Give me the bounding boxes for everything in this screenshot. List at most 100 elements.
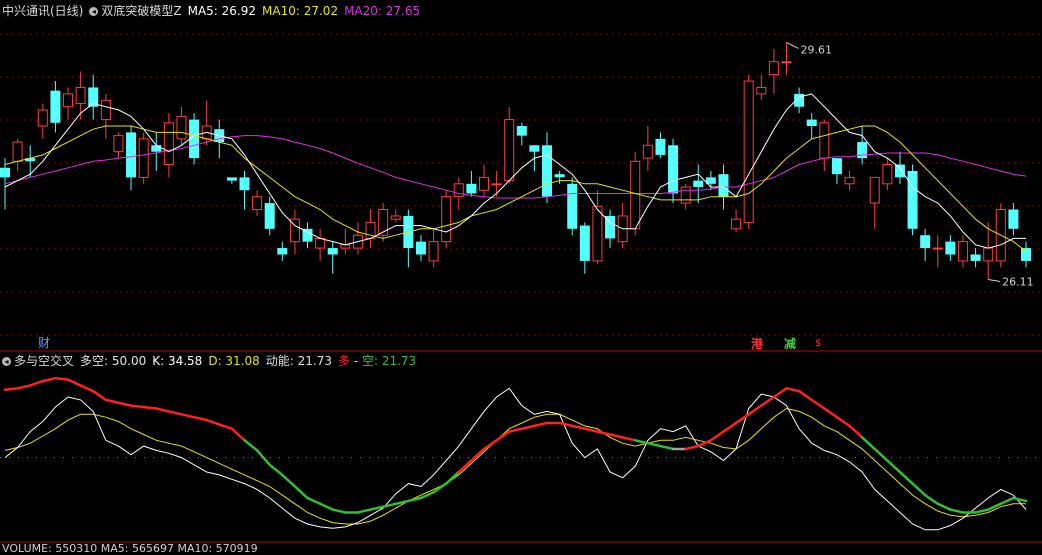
candle bbox=[365, 209, 376, 249]
kd-segment bbox=[533, 421, 549, 428]
candle bbox=[100, 93, 111, 139]
indicator-name: 双底突破模型Z bbox=[101, 4, 182, 18]
candle bbox=[277, 241, 288, 261]
candle bbox=[126, 126, 137, 191]
kd-segment bbox=[306, 496, 322, 506]
kd-segment bbox=[142, 405, 158, 410]
candle bbox=[403, 209, 414, 268]
candle bbox=[25, 145, 36, 178]
kd-segment bbox=[470, 447, 486, 462]
candle bbox=[327, 241, 338, 274]
kd-segment bbox=[633, 439, 650, 445]
candle bbox=[806, 113, 817, 139]
kd-segment bbox=[570, 424, 587, 430]
main-header: 中兴通讯(日线) ◂ 双底突破模型Z MA5: 26.92 MA10: 27.02 MA2… bbox=[2, 4, 426, 18]
kd-segment bbox=[646, 441, 662, 448]
candle bbox=[75, 71, 86, 120]
kd-segment bbox=[3, 387, 19, 392]
kd-segment bbox=[608, 433, 624, 439]
kd-segment bbox=[860, 436, 876, 451]
candle bbox=[252, 190, 263, 216]
kd-segment bbox=[495, 430, 511, 442]
candle bbox=[50, 81, 61, 133]
sep-label: - bbox=[350, 354, 362, 368]
candle bbox=[466, 170, 477, 197]
candle bbox=[378, 203, 389, 242]
kd-segment bbox=[709, 430, 725, 442]
candle bbox=[151, 132, 162, 171]
marker-gang: 港 bbox=[751, 337, 764, 351]
candle bbox=[731, 209, 742, 232]
marker-cai: 财 bbox=[38, 336, 51, 350]
sub-header: ◂ 多与空交叉 多空: 50.00 K: 34.58 D: 31.08 动能: 21.73… bbox=[2, 354, 416, 368]
kd-segment bbox=[91, 389, 108, 402]
candle bbox=[63, 87, 74, 120]
dongneng-label: 动能: 21.73 bbox=[265, 354, 332, 368]
kd-segment bbox=[520, 424, 536, 430]
candle bbox=[37, 103, 48, 139]
kd-segment bbox=[218, 423, 234, 430]
settings-icon[interactable]: ◂ bbox=[2, 357, 11, 366]
kd-segment bbox=[936, 502, 952, 511]
kd-segment bbox=[243, 439, 259, 452]
candle bbox=[781, 42, 792, 75]
candle bbox=[315, 228, 326, 261]
kd-segment bbox=[381, 502, 398, 508]
candle bbox=[12, 138, 23, 171]
stock-title: 中兴通讯(日线) bbox=[2, 4, 84, 18]
kd-segment bbox=[923, 493, 940, 506]
candle bbox=[163, 113, 174, 178]
low-pointer bbox=[988, 279, 1001, 283]
d-label: D: 31.08 bbox=[208, 354, 260, 368]
kd-segment bbox=[230, 427, 246, 442]
kd-segment bbox=[482, 439, 498, 451]
candle bbox=[831, 158, 842, 184]
candle bbox=[390, 209, 401, 223]
candle bbox=[680, 183, 691, 210]
settings-icon[interactable]: ◂ bbox=[89, 7, 99, 16]
candle bbox=[957, 235, 968, 268]
ma20-label: MA20: 27.65 bbox=[344, 4, 421, 18]
indicator-title[interactable]: ◂ 双底突破模型Z bbox=[89, 4, 182, 18]
kd-segment bbox=[596, 430, 612, 436]
kd-segment bbox=[41, 376, 57, 383]
kd-segment bbox=[823, 407, 839, 419]
kd-segment bbox=[16, 384, 32, 390]
kd-segment bbox=[986, 502, 1003, 511]
high-annotation: 29.61 bbox=[801, 43, 833, 56]
kd-segment bbox=[835, 415, 851, 428]
candle bbox=[264, 196, 275, 236]
kd-segment bbox=[886, 459, 902, 474]
kd-segment bbox=[318, 502, 334, 511]
candle bbox=[693, 164, 704, 204]
candle bbox=[592, 190, 603, 265]
candle bbox=[302, 222, 313, 249]
candle bbox=[932, 235, 943, 268]
candle bbox=[642, 126, 653, 171]
kd-segment bbox=[432, 482, 448, 494]
kd-segment bbox=[1012, 496, 1028, 503]
high-pointer bbox=[786, 42, 799, 49]
kd-segment bbox=[331, 508, 347, 514]
kd-segment bbox=[28, 379, 45, 387]
candle bbox=[0, 158, 10, 210]
candle bbox=[756, 74, 767, 101]
chart-canvas: 29.61 26.11 bbox=[0, 33, 1042, 543]
candle bbox=[340, 228, 351, 255]
candle bbox=[352, 222, 363, 255]
candle bbox=[138, 132, 149, 184]
marker-dollar: $ bbox=[815, 338, 822, 349]
kd-segment bbox=[268, 463, 284, 477]
candle bbox=[869, 176, 880, 229]
candle bbox=[617, 203, 628, 249]
kd-segment bbox=[911, 482, 927, 497]
kd-segment bbox=[659, 444, 675, 451]
candle bbox=[945, 235, 956, 261]
kd-segment bbox=[722, 421, 738, 433]
candle bbox=[289, 209, 300, 255]
sub-indicator-title[interactable]: ◂ 多与空交叉 bbox=[2, 354, 74, 368]
kd-segment bbox=[457, 459, 473, 474]
kd-segment bbox=[873, 447, 889, 462]
candle bbox=[504, 106, 515, 184]
kd-segment bbox=[507, 427, 524, 433]
